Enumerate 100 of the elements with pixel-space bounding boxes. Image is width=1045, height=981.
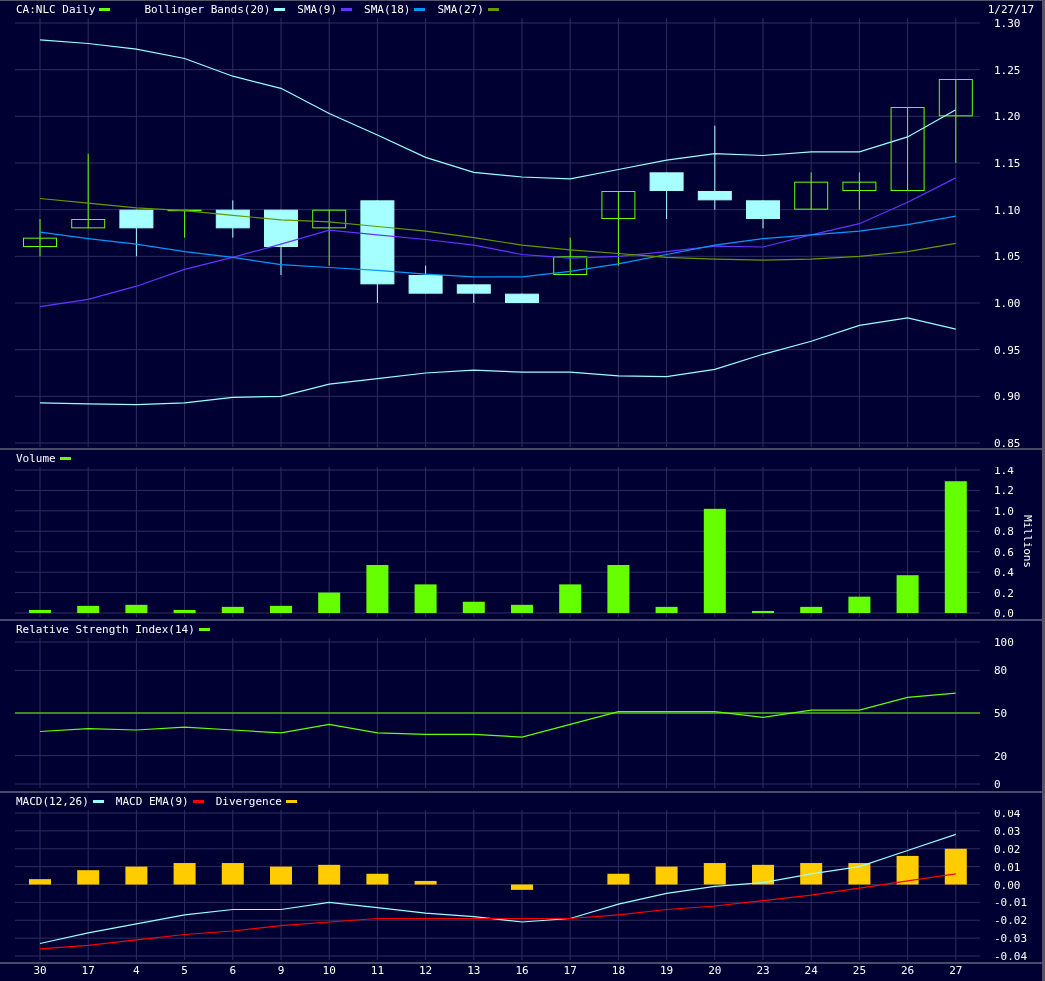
axis-label: 1.25 xyxy=(994,63,1021,77)
bar xyxy=(511,884,533,890)
bar xyxy=(800,863,823,885)
bar xyxy=(896,575,919,613)
bar xyxy=(221,606,244,613)
bar xyxy=(607,873,630,885)
bar xyxy=(944,848,967,885)
axis-label: 20 xyxy=(708,964,722,976)
bar xyxy=(800,606,823,613)
bar xyxy=(29,609,51,613)
bar xyxy=(848,596,871,613)
candlestick xyxy=(456,283,491,304)
bar xyxy=(655,606,678,613)
bar xyxy=(752,610,774,613)
axis-label: 9 xyxy=(277,964,285,976)
candlestick xyxy=(23,218,57,257)
candlestick xyxy=(842,171,877,211)
bar xyxy=(270,605,292,613)
axis-label: 5 xyxy=(181,964,188,976)
axis-label: 0.6 xyxy=(994,545,1014,559)
bar xyxy=(29,879,51,885)
axis-label: 0.95 xyxy=(994,343,1021,357)
axis-label: 0.90 xyxy=(994,390,1021,404)
axis-label: 20 xyxy=(994,749,1008,763)
candlestick xyxy=(649,171,684,220)
axis-label: 0.00 xyxy=(994,878,1021,892)
axis-label: 80 xyxy=(994,664,1008,678)
axis-label: 1.10 xyxy=(994,203,1021,217)
bar xyxy=(511,604,533,613)
legend-label: Volume xyxy=(16,452,56,465)
bar xyxy=(462,601,485,613)
axis-label: 1.00 xyxy=(994,297,1021,310)
axis-label: 0.01 xyxy=(994,860,1021,874)
axis-label: 0.4 xyxy=(994,566,1014,580)
legend-label: MACD EMA(9) xyxy=(115,795,189,808)
bar xyxy=(125,604,148,613)
candlestick xyxy=(312,209,347,267)
axis-label: 17 xyxy=(563,964,577,976)
axis-label: 24 xyxy=(804,964,818,976)
axis-label: 0.0 xyxy=(994,607,1014,619)
legend-label: SMA(27) xyxy=(437,3,484,16)
axis-label: 10 xyxy=(322,964,336,976)
axis-label: 30 xyxy=(33,964,47,976)
axis-label: 0.2 xyxy=(994,586,1014,600)
axis-label: 1.05 xyxy=(994,250,1021,264)
candlestick xyxy=(264,209,298,276)
axis-label: -0.02 xyxy=(994,914,1028,928)
axis-label: 12 xyxy=(419,964,433,976)
candlestick xyxy=(119,209,154,257)
axis-label: 0.8 xyxy=(994,525,1014,539)
axis-label: 17 xyxy=(81,964,95,976)
candlestick xyxy=(505,293,539,304)
axis-label: 1.30 xyxy=(994,18,1021,30)
axis-label: 100 xyxy=(994,638,1014,649)
axis-label: 23 xyxy=(756,964,770,976)
legend-label: MACD(12,26) xyxy=(16,795,89,808)
legend-label: SMA(18) xyxy=(364,3,411,16)
axis-label: 50 xyxy=(994,707,1008,720)
bar xyxy=(752,864,774,885)
candlestick xyxy=(167,209,202,239)
bar xyxy=(173,609,196,613)
axis-label: 0.02 xyxy=(994,842,1021,856)
bar xyxy=(173,863,196,885)
candlestick xyxy=(794,171,829,211)
axis-label: 11 xyxy=(370,964,384,976)
axis-label: 6 xyxy=(229,964,237,976)
axis-label: -0.04 xyxy=(994,950,1028,963)
bar xyxy=(896,855,919,885)
axis-label: 25 xyxy=(852,964,867,976)
axis-label: 0.03 xyxy=(994,824,1021,838)
bar xyxy=(848,863,871,885)
bar xyxy=(221,863,244,885)
bar xyxy=(318,864,341,885)
axis-label: 26 xyxy=(900,964,915,976)
chart-date: 1/27/17 xyxy=(987,3,1034,16)
bar xyxy=(607,565,630,613)
candlestick xyxy=(746,199,780,229)
legend-label: CA:NLC Daily xyxy=(16,3,96,16)
legend-label: Relative Strength Index(14) xyxy=(16,623,195,636)
axis-label: 16 xyxy=(515,964,529,976)
candlestick xyxy=(215,199,250,239)
bar xyxy=(703,863,726,885)
axis-label: 4 xyxy=(133,964,140,976)
axis-label: 0.85 xyxy=(994,437,1021,448)
legend-label: Bollinger Bands(20) xyxy=(144,3,271,16)
axis-label: 19 xyxy=(659,964,674,976)
axis-label: 13 xyxy=(467,964,481,976)
candlestick xyxy=(408,265,443,295)
axis-label: 1.15 xyxy=(994,157,1021,170)
axis-label: 1.2 xyxy=(994,484,1014,498)
bar xyxy=(414,584,437,613)
bar xyxy=(318,592,341,613)
bar xyxy=(366,565,389,613)
candlestick xyxy=(553,237,588,276)
bar xyxy=(414,880,437,885)
axis-title: Millions xyxy=(1021,515,1034,568)
axis-label: -0.03 xyxy=(994,932,1028,946)
axis-label: 1.20 xyxy=(994,110,1021,124)
axis-label: 0 xyxy=(994,778,1001,791)
axis-label: 27 xyxy=(949,964,963,976)
